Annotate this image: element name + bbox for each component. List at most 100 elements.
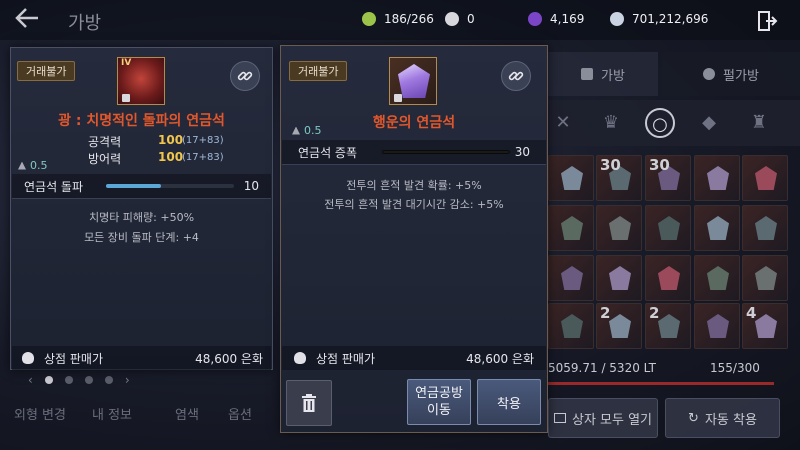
item-thumbnail-icon [755,314,777,338]
item-thumbnail-icon [658,314,680,338]
lock-icon [394,94,402,102]
tab-bag[interactable]: 가방 [548,52,658,96]
inventory-slot[interactable]: 30 [645,155,691,201]
link-icon [508,71,524,81]
category-armor-icon[interactable]: ♛ [596,108,626,138]
inventory-slot[interactable] [645,255,691,301]
category-ring-icon[interactable]: ○ [645,108,675,138]
inventory-slot[interactable] [742,205,788,251]
inventory-slot[interactable] [596,255,642,301]
page-prev-icon[interactable]: ‹ [28,373,33,387]
divider [12,198,271,199]
open-all-boxes-button[interactable]: 상자 모두 열기 [548,398,658,438]
divider [282,164,546,165]
breakthrough-label: 연금석 돌파 [24,179,84,194]
inventory-slot[interactable] [548,205,594,251]
inventory-slot[interactable] [645,205,691,251]
category-weapon-icon[interactable]: ✕ [548,108,578,138]
inventory-slot-count: 155/300 [710,361,760,375]
money-bag-icon [22,352,34,364]
purple-gem-icon [398,64,430,98]
nav-options[interactable]: 옵션 [228,404,252,423]
inventory-slot[interactable]: 2 [645,303,691,349]
link-icon [237,71,253,81]
inventory-slot[interactable]: 2 [596,303,642,349]
nav-appearance[interactable]: 외형 변경 [14,404,66,423]
box-icon [553,413,566,423]
amplify-value: 30 [514,145,530,159]
trash-icon [302,394,316,412]
move-to-alchemy-lab-button[interactable]: 연금공방 이동 [407,379,471,425]
inventory-slot[interactable] [694,155,740,201]
inventory-slot[interactable] [694,303,740,349]
item-thumbnail-icon [755,166,777,190]
item-thumbnail-icon [755,216,777,240]
item-weight-value: 0.5 [304,124,322,137]
inventory-slot[interactable] [742,255,788,301]
inventory-slot[interactable]: 4 [742,303,788,349]
item-thumbnail-icon [707,266,729,290]
stat-sub-attack: (17+83) [182,135,224,146]
stack-count: 2 [600,304,611,322]
breakthrough-row: 연금석 돌파 10 [12,174,271,198]
item-weight-value: 0.5 [30,159,48,172]
currency-green: 186/266 [362,9,434,29]
stat-value-attack: 100 [158,133,184,147]
inventory-slot[interactable] [694,255,740,301]
item-thumbnail-icon [658,266,680,290]
breakthrough-bar-fill [106,184,162,188]
category-potion-icon[interactable]: ♜ [744,108,774,138]
inventory-slot[interactable] [742,155,788,201]
link-button[interactable] [501,61,531,91]
stack-count: 2 [649,304,660,322]
inventory-slot[interactable] [548,155,594,201]
page-dot[interactable] [44,376,53,384]
effect-line: 치명타 피해량: +50% [88,211,195,224]
inventory-slot[interactable] [596,205,642,251]
back-arrow-icon[interactable] [14,6,44,34]
effect-line: 전투의 흔적 발견 확률: +5% [346,179,482,192]
tab-pet-bag[interactable]: 펄가방 [662,52,800,96]
inventory-slot[interactable] [548,255,594,301]
bag-tab-icon [581,68,594,80]
sell-price-row: 상점 판매가 48,600 은화 [282,346,546,370]
nav-dye[interactable]: 염색 [175,404,199,423]
stat-sub-defense: (17+83) [182,152,224,163]
auto-equip-button[interactable]: ↻ 자동 착용 [665,398,780,438]
pet-tab-icon [703,68,716,80]
page-next-icon[interactable]: › [125,373,130,387]
item-thumbnail-icon [609,314,631,338]
weight-icon [292,126,300,135]
inventory-slot[interactable] [548,303,594,349]
category-gem-icon[interactable]: ◆ [694,108,724,138]
item-name: 행운의 연금석 [372,115,456,131]
item-thumbnail-icon [561,216,583,240]
page-dot[interactable] [104,376,113,384]
inventory-slot[interactable] [694,205,740,251]
link-button[interactable] [230,61,260,91]
delete-button[interactable] [286,380,332,426]
item-thumbnail-icon [561,314,583,338]
item-thumbnail-icon [609,216,631,240]
currency-silver-value: 701,212,696 [632,12,709,26]
stat-label-attack: 공격력 [88,135,122,149]
currency-purple: 4,169 [528,9,584,29]
stat-value-defense: 100 [158,150,184,164]
level-badge: IV [121,58,132,68]
page-dot[interactable] [84,376,93,384]
inventory-slot[interactable]: 30 [596,155,642,201]
sell-price-row: 상점 판매가 48,600 은화 [12,346,271,370]
page-dot[interactable] [64,376,73,384]
currency-silver: 701,212,696 [610,9,708,29]
currency-green-value: 186/266 [384,12,434,26]
tab-bag-label: 가방 [601,68,625,84]
exit-door-icon[interactable] [756,10,778,32]
item-thumbnail-icon [707,166,729,190]
item-thumbnail-icon [561,166,583,190]
stat-label-defense: 방어력 [88,152,122,166]
equip-button[interactable]: 착용 [477,379,541,425]
nav-my-info[interactable]: 내 정보 [92,404,132,423]
inventory-weight: 5059.71 / 5320 LT [548,361,657,375]
pearl-icon [445,12,459,26]
breakthrough-value: 10 [243,179,259,193]
